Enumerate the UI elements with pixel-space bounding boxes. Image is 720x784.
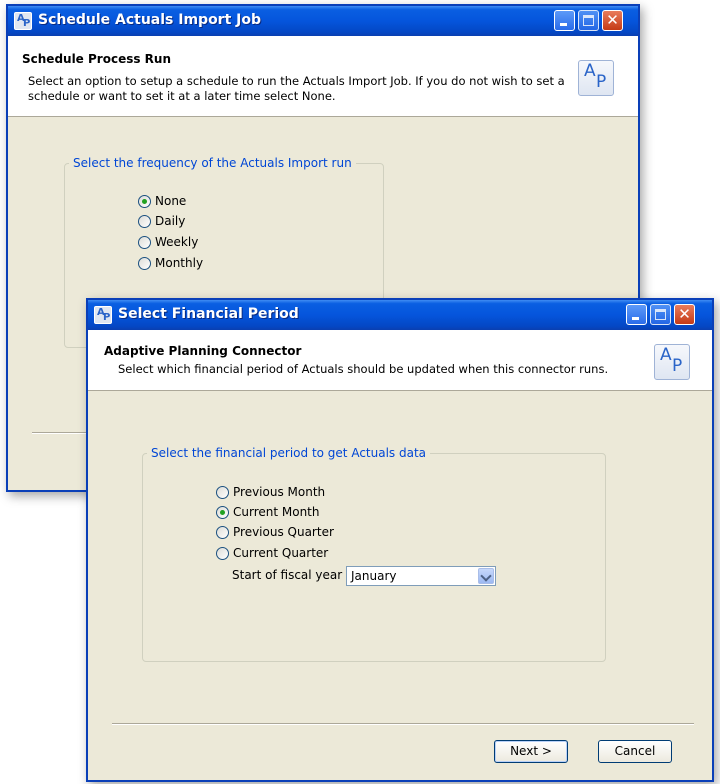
radio-label: Monthly <box>155 256 204 270</box>
close-button[interactable]: ✕ <box>674 304 695 325</box>
minimize-button[interactable] <box>626 304 647 325</box>
fiscal-year-value: January <box>351 569 397 583</box>
fiscal-year-label: Start of fiscal year <box>232 568 343 582</box>
dialog-header: Adaptive Planning Connector Select which… <box>88 330 712 391</box>
group-label: Select the financial period to get Actua… <box>151 446 427 460</box>
radio-label: None <box>155 194 187 208</box>
group-label: Select the frequency of the Actuals Impo… <box>73 156 352 170</box>
footer-divider <box>112 723 694 725</box>
window-title: Select Financial Period <box>118 306 299 322</box>
adaptive-planning-icon: AP <box>14 12 32 30</box>
radio-label: Previous Month <box>233 485 326 499</box>
radio-label: Current Quarter <box>233 546 329 560</box>
dialog-header: Schedule Process Run Select an option to… <box>8 36 638 117</box>
window-title: Schedule Actuals Import Job <box>38 12 262 28</box>
minimize-button[interactable] <box>554 10 575 31</box>
select-financial-period-window: AP Select Financial Period ✕ Adaptive Pl… <box>86 298 714 782</box>
radio-label: Weekly <box>155 235 199 249</box>
header-title: Schedule Process Run <box>22 52 171 66</box>
adaptive-planning-logo: AP <box>578 60 614 96</box>
maximize-button[interactable] <box>650 304 671 325</box>
radio-label: Previous Quarter <box>233 525 334 539</box>
header-title: Adaptive Planning Connector <box>104 344 302 358</box>
cancel-button[interactable]: Cancel <box>598 740 672 763</box>
maximize-button[interactable] <box>578 10 599 31</box>
adaptive-planning-logo: AP <box>654 344 690 380</box>
radio-button[interactable] <box>138 257 151 270</box>
radio-button[interactable] <box>216 486 229 499</box>
header-description: Select an option to setup a schedule to … <box>28 74 565 103</box>
chevron-down-icon[interactable] <box>478 568 494 584</box>
maximize-icon <box>655 309 666 320</box>
financial-period-group: Select the financial period to get Actua… <box>142 446 606 662</box>
radio-button[interactable] <box>138 236 151 249</box>
maximize-icon <box>583 15 594 26</box>
adaptive-planning-icon: AP <box>94 306 112 324</box>
titlebar[interactable]: AP Schedule Actuals Import Job ✕ <box>8 6 638 36</box>
next-button[interactable]: Next > <box>494 740 568 763</box>
minimize-icon <box>560 23 567 26</box>
header-description: Select which financial period of Actuals… <box>118 362 609 376</box>
close-icon: ✕ <box>678 305 691 323</box>
radio-label: Current Month <box>233 505 320 519</box>
fiscal-year-select[interactable]: January <box>346 566 496 586</box>
radio-button[interactable] <box>216 526 229 539</box>
close-icon: ✕ <box>606 11 619 29</box>
titlebar[interactable]: AP Select Financial Period ✕ <box>88 300 712 330</box>
radio-button[interactable] <box>138 195 151 208</box>
radio-button[interactable] <box>138 215 151 228</box>
radio-label: Daily <box>155 214 186 228</box>
radio-button[interactable] <box>216 506 229 519</box>
minimize-icon <box>632 317 639 320</box>
radio-button[interactable] <box>216 547 229 560</box>
close-button[interactable]: ✕ <box>602 10 623 31</box>
